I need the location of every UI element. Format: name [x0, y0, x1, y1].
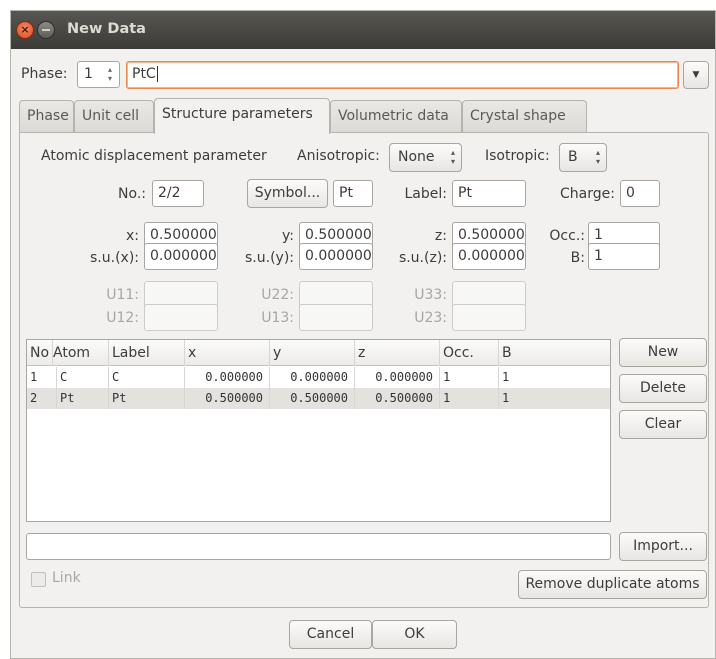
- phase-label: Phase:: [21, 66, 68, 82]
- u12-field: [144, 304, 218, 331]
- phase-spinner[interactable]: 1 ▴ ▾: [77, 61, 120, 88]
- isotropic-value: B: [568, 149, 578, 165]
- phase-name-value: PtC: [132, 66, 156, 82]
- import-path-input[interactable]: [26, 533, 611, 560]
- new-data-dialog: × New Data Phase: 1 ▴ ▾ PtC ▼ Phase Unit …: [10, 10, 716, 659]
- minimize-icon[interactable]: [37, 21, 55, 39]
- atom-table[interactable]: No Atom Label x y z Occ. B 1 C C 0.00000…: [26, 339, 611, 522]
- b-label: B:: [570, 250, 585, 266]
- u33-label: U33:: [414, 287, 447, 303]
- ok-button[interactable]: OK: [372, 620, 457, 649]
- b-field[interactable]: 1: [588, 243, 660, 270]
- close-icon[interactable]: ×: [16, 21, 34, 39]
- no-field[interactable]: 2/2: [152, 180, 204, 207]
- link-label: Link: [52, 570, 81, 586]
- cell-no: 1: [27, 367, 57, 388]
- u23-label: U23:: [414, 310, 447, 326]
- col-label[interactable]: Label: [109, 340, 185, 366]
- phase-dropdown-button[interactable]: ▼: [683, 61, 709, 89]
- sux-field[interactable]: 0.000000: [144, 243, 218, 270]
- symbol-field[interactable]: Pt: [333, 180, 373, 207]
- x-label: x:: [125, 228, 139, 244]
- no-label: No.:: [118, 186, 146, 202]
- cell-label: Pt: [109, 388, 185, 409]
- col-z[interactable]: z: [355, 340, 440, 366]
- cell-x: 0.500000: [185, 388, 270, 409]
- suz-label: s.u.(z):: [398, 250, 447, 266]
- anisotropic-select[interactable]: None ▴ ▾: [389, 143, 462, 172]
- tab-structure-parameters[interactable]: Structure parameters: [154, 98, 330, 134]
- symbol-button[interactable]: Symbol...: [247, 179, 328, 208]
- cell-b: 1: [502, 370, 510, 384]
- charge-label: Charge:: [560, 186, 615, 202]
- cancel-button[interactable]: Cancel: [289, 620, 372, 649]
- u22-label: U22:: [261, 287, 294, 303]
- spin-arrows-icon: ▴ ▾: [595, 148, 600, 166]
- u11-label: U11:: [106, 287, 139, 303]
- cell-atom: C: [57, 367, 109, 388]
- tab-crystal-shape[interactable]: Crystal shape: [462, 100, 587, 133]
- isotropic-label: Isotropic:: [485, 148, 550, 164]
- cell-z: 0.000000: [355, 367, 440, 388]
- u13-label: U13:: [261, 310, 294, 326]
- col-b[interactable]: B: [499, 340, 610, 366]
- col-no[interactable]: No: [27, 340, 53, 366]
- suy-label: s.u.(y):: [245, 250, 294, 266]
- sux-label-text: s.u.(x):: [90, 250, 139, 266]
- atom-table-header: No Atom Label x y z Occ. B: [27, 340, 610, 366]
- clear-button[interactable]: Clear: [619, 410, 707, 439]
- col-atom[interactable]: Atom: [53, 340, 109, 366]
- tab-phase[interactable]: Phase: [19, 100, 74, 133]
- import-button[interactable]: Import...: [619, 532, 707, 561]
- spin-arrows-icon[interactable]: ▴ ▾: [104, 65, 116, 83]
- cell-y: 0.000000: [270, 367, 355, 388]
- label-field[interactable]: Pt: [452, 180, 526, 207]
- suy-field[interactable]: 0.000000: [299, 243, 373, 270]
- suz-field[interactable]: 0.000000: [452, 243, 526, 270]
- adp-heading: Atomic displacement parameter: [41, 148, 267, 164]
- col-y[interactable]: y: [270, 340, 355, 366]
- tab-unit-cell[interactable]: Unit cell: [74, 100, 154, 133]
- cell-x: 0.000000: [185, 367, 270, 388]
- cell-y: 0.500000: [270, 388, 355, 409]
- u12-label: U12:: [106, 310, 139, 326]
- cell-label: C: [109, 367, 185, 388]
- col-x[interactable]: x: [185, 340, 270, 366]
- new-button[interactable]: New: [619, 338, 707, 367]
- cell-b: 1: [502, 391, 510, 405]
- col-occ[interactable]: Occ.: [440, 340, 499, 366]
- phase-name-input[interactable]: PtC: [126, 61, 679, 89]
- anisotropic-label: Anisotropic:: [297, 148, 380, 164]
- link-checkbox[interactable]: [31, 572, 46, 587]
- anisotropic-value: None: [398, 149, 435, 165]
- title-bar: × New Data: [11, 11, 715, 49]
- spin-arrows-icon: ▴ ▾: [450, 148, 455, 166]
- u13-field: [299, 304, 373, 331]
- dropdown-arrow-icon: ▼: [692, 70, 700, 80]
- cell-no: 2: [27, 388, 57, 409]
- isotropic-select[interactable]: B ▴ ▾: [559, 143, 607, 172]
- z-label: z:: [434, 228, 447, 244]
- cell-occ: 1: [440, 367, 499, 388]
- table-row-selected[interactable]: 2 Pt Pt 0.500000 0.500000 0.500000 1 1: [27, 388, 610, 409]
- window-title: New Data: [67, 21, 146, 37]
- remove-duplicate-atoms-button[interactable]: Remove duplicate atoms: [518, 570, 707, 599]
- u23-field: [452, 304, 526, 331]
- phase-spinner-value: 1: [84, 66, 93, 82]
- label-label: Label:: [404, 186, 448, 202]
- occ-label: Occ.:: [549, 228, 585, 244]
- cell-occ: 1: [440, 388, 499, 409]
- charge-field[interactable]: 0: [620, 180, 660, 207]
- table-row[interactable]: 1 C C 0.000000 0.000000 0.000000 1 1: [27, 367, 610, 388]
- cell-z: 0.500000: [355, 388, 440, 409]
- cell-atom: Pt: [57, 388, 109, 409]
- delete-button[interactable]: Delete: [619, 374, 707, 403]
- y-label: y:: [282, 228, 294, 244]
- tab-volumetric-data[interactable]: Volumetric data: [330, 100, 462, 133]
